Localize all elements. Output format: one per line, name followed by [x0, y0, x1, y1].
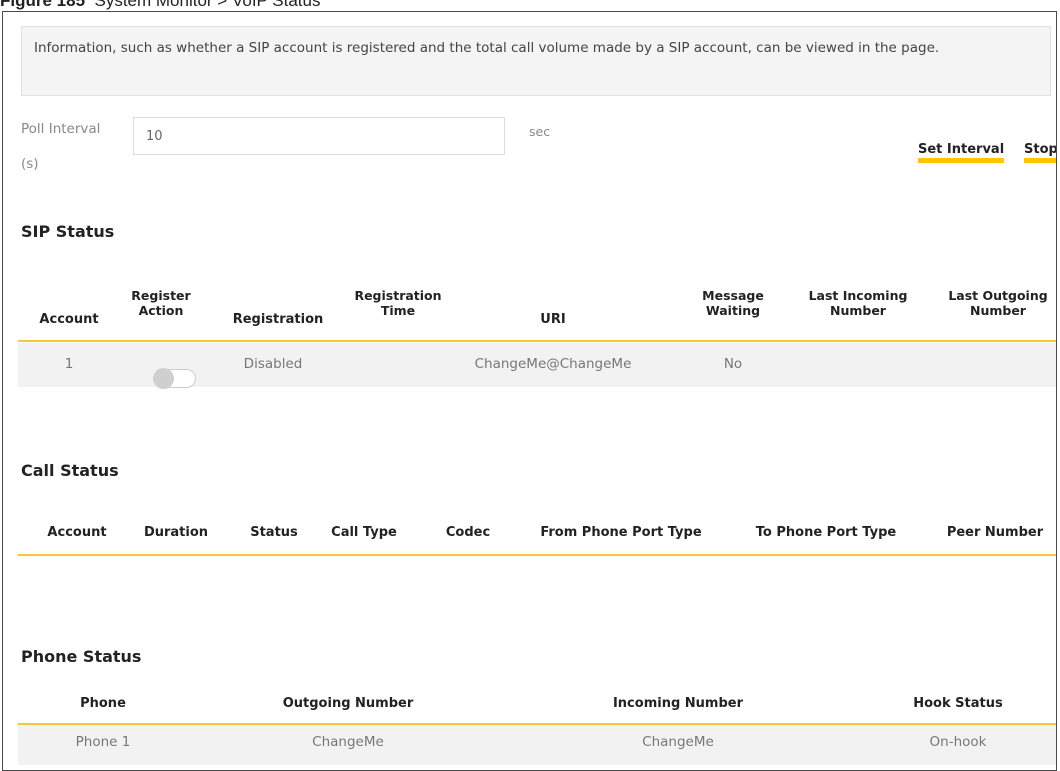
info-box: Information, such as whether a SIP accou…	[21, 26, 1051, 96]
voip-status-panel: Information, such as whether a SIP accou…	[2, 11, 1057, 771]
set-interval-button[interactable]: Set Interval	[918, 142, 1005, 163]
phone-status-title: Phone Status	[21, 647, 142, 666]
th-status: Status	[250, 525, 298, 540]
set-interval-underline	[918, 158, 1005, 163]
set-interval-label: Set Interval	[918, 142, 1005, 157]
figure-number: Figure 185	[0, 0, 86, 10]
phone-row-incoming-number: ChangeMe	[642, 734, 714, 750]
th-call-account: Account	[47, 525, 107, 540]
poll-interval-label: Poll Interval	[21, 121, 101, 137]
sip-row-registration: Disabled	[243, 356, 303, 372]
th-phone: Phone	[80, 696, 126, 711]
figure-caption: Figure 185 System Monitor > VoIP Status	[0, 0, 321, 11]
toggle-knob	[153, 368, 174, 389]
th-to-phone-port-type: To Phone Port Type	[755, 525, 897, 540]
th-registration-time: Registration Time	[354, 288, 442, 318]
poll-interval-input[interactable]	[133, 117, 505, 155]
th-account: Account	[39, 312, 99, 327]
th-last-incoming-number: Last Incoming Number	[808, 288, 908, 318]
th-from-phone-port-type: From Phone Port Type	[540, 525, 702, 540]
poll-interval-unit-label: (s)	[21, 156, 39, 172]
th-duration: Duration	[143, 525, 209, 540]
th-peer-number: Peer Number	[946, 525, 1044, 540]
th-outgoing-number: Outgoing Number	[282, 696, 414, 711]
sip-row-message-waiting: No	[723, 356, 743, 372]
sip-header-divider	[18, 340, 1056, 342]
th-incoming-number: Incoming Number	[612, 696, 744, 711]
th-registration: Registration	[232, 312, 324, 327]
th-message-waiting: Message Waiting	[702, 288, 764, 318]
th-uri: URI	[540, 312, 566, 327]
phone-row-phone: Phone 1	[75, 734, 131, 750]
th-codec: Codec	[445, 525, 491, 540]
table-row	[18, 725, 1056, 765]
th-last-outgoing-number: Last Outgoing Number	[948, 288, 1048, 318]
register-action-toggle[interactable]	[153, 368, 196, 389]
call-status-title: Call Status	[21, 461, 119, 480]
th-call-type: Call Type	[331, 525, 397, 540]
th-register-action: Register Action	[131, 288, 191, 318]
phone-row-hook-status: On-hook	[929, 734, 987, 750]
stop-underline	[1024, 158, 1056, 163]
call-header-divider	[18, 554, 1056, 556]
figure-title: System Monitor > VoIP Status	[94, 0, 321, 10]
th-hook-status: Hook Status	[913, 696, 1003, 711]
stop-label: Stop	[1024, 142, 1057, 157]
phone-row-outgoing-number: ChangeMe	[312, 734, 384, 750]
stop-button[interactable]: Stop	[1024, 142, 1057, 163]
sip-row-account: 1	[64, 356, 74, 372]
sip-status-title: SIP Status	[21, 222, 115, 241]
sip-row-uri: ChangeMe@ChangeMe	[474, 356, 632, 372]
poll-interval-sec-label: sec	[529, 124, 551, 139]
